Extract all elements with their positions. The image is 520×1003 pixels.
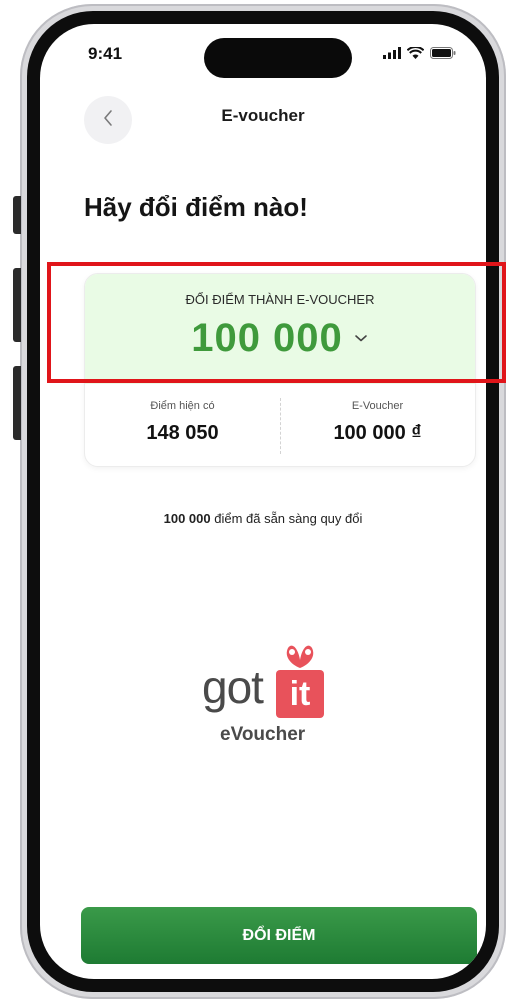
voucher-value: 100 000 ₫ <box>333 422 422 444</box>
cellular-signal-icon <box>383 46 401 64</box>
redeem-points-button[interactable]: ĐỔI ĐIỂM <box>81 907 477 964</box>
logo-got-text: got <box>202 661 264 713</box>
gotit-logo: got it eVoucher <box>190 630 340 760</box>
battery-icon <box>430 46 456 64</box>
voucher-value-block: E-Voucher 100 000 ₫ <box>280 384 475 466</box>
page-title: E-voucher <box>221 106 305 125</box>
status-time: 9:41 <box>88 44 123 63</box>
ready-points: 100 000 <box>163 511 211 526</box>
logo-it-box: it <box>276 670 324 718</box>
dynamic-island <box>204 38 352 78</box>
ready-suffix: điểm đã sẵn sàng quy đổi <box>210 511 363 526</box>
logo-it-text: it <box>289 674 311 713</box>
voucher-label: E-Voucher <box>351 400 404 412</box>
silent-switch <box>13 196 21 234</box>
wifi-icon <box>406 46 425 64</box>
available-points: Điểm hiện có 148 050 <box>85 384 280 466</box>
section-heading: Hãy đổi điểm nào! <box>84 192 308 222</box>
annotation-highlight-box <box>47 262 506 383</box>
volume-up-button <box>13 268 21 342</box>
ready-message: 100 000 điểm đã sẵn sàng quy đổi <box>40 511 486 526</box>
volume-down-button <box>13 366 21 440</box>
logo-subtitle: eVoucher <box>220 724 306 745</box>
balance-summary: Điểm hiện có 148 050 E-Voucher 100 000 ₫ <box>85 384 475 466</box>
available-points-label: Điểm hiện có <box>150 400 215 412</box>
screen: 9:41 E-voucher Hãy đổi điểm nào! ĐỔI ĐIỂ… <box>40 24 486 979</box>
available-points-value: 148 050 <box>146 422 219 444</box>
status-icons <box>383 46 456 64</box>
